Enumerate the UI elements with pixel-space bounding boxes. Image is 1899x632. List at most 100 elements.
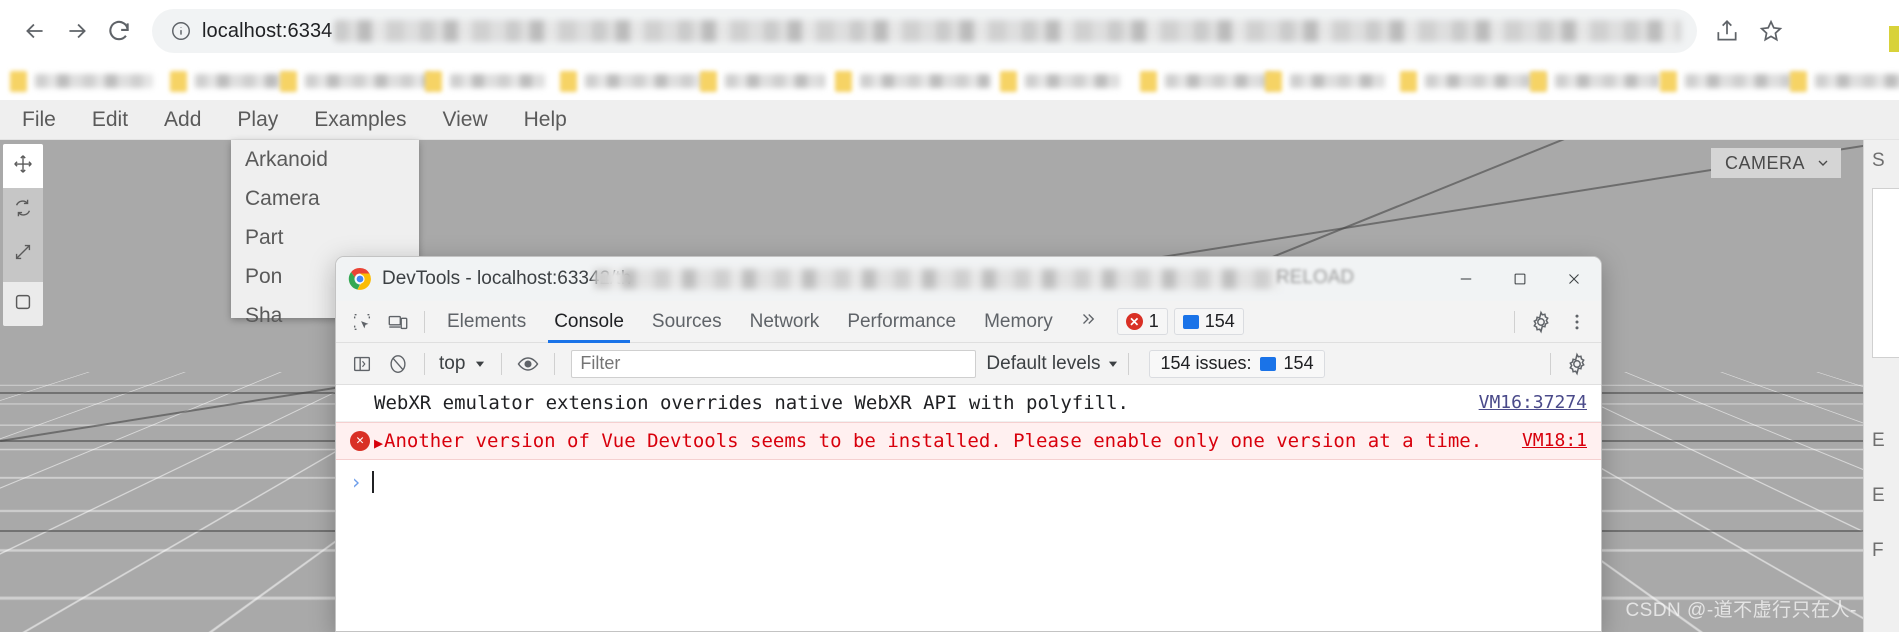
devtools-tab-network[interactable]: Network [736, 301, 834, 343]
minimize-button[interactable] [1439, 257, 1493, 301]
camera-select[interactable]: CAMERA [1710, 148, 1841, 178]
extension-badge[interactable] [1889, 26, 1899, 52]
box-tool[interactable] [3, 282, 43, 326]
clear-console-button[interactable] [380, 346, 416, 382]
camera-select-label: CAMERA [1724, 152, 1805, 173]
forward-button[interactable] [56, 10, 98, 52]
examples-menu-item[interactable]: Camera [231, 179, 419, 218]
close-button[interactable] [1547, 257, 1601, 301]
share-button[interactable] [1707, 11, 1747, 51]
gear-icon [1569, 351, 1585, 376]
inspector-title: S [1872, 150, 1885, 171]
more-tabs-button[interactable] [1067, 310, 1109, 334]
examples-menu-item[interactable]: Arkanoid [231, 140, 419, 179]
devtools-tab-performance[interactable]: Performance [833, 301, 970, 343]
toolbar-divider [1550, 352, 1551, 375]
console-log-source[interactable]: VM16:37274 [1479, 391, 1587, 415]
bookmark-label-redacted [1685, 74, 1800, 88]
screen: localhost:6334 FileEditAddPlayExampl [0, 0, 1899, 632]
arrow-right-icon [69, 23, 86, 39]
menu-item-help[interactable]: Help [506, 100, 585, 140]
error-count-badge[interactable]: ✕ 1 [1116, 308, 1168, 335]
bookmark-label-redacted [195, 74, 290, 88]
bookmark-button[interactable] [1751, 11, 1791, 51]
maximize-button[interactable] [1493, 257, 1547, 301]
bookmark-label-redacted [725, 74, 825, 88]
folder-icon [1140, 70, 1157, 92]
reload-button[interactable] [98, 10, 140, 52]
chevron-double-right-icon [1082, 313, 1094, 324]
bookmark-item[interactable] [425, 69, 545, 93]
scale-tool[interactable] [3, 232, 43, 276]
devtools-kebab-button[interactable] [1559, 304, 1595, 340]
menu-item-edit[interactable]: Edit [74, 100, 146, 140]
console-message-list[interactable]: WebXR emulator extension overrides nativ… [336, 385, 1601, 631]
bookmark-label-redacted [35, 74, 153, 88]
bookmark-label-redacted [305, 74, 430, 88]
toolbar-divider [554, 352, 556, 375]
device-toolbar-button[interactable] [380, 304, 416, 340]
devtools-tab-memory[interactable]: Memory [970, 301, 1067, 343]
bookmark-label-redacted [585, 74, 705, 88]
error-count: 1 [1148, 311, 1159, 331]
menu-item-play[interactable]: Play [219, 100, 296, 140]
live-expression-button[interactable] [510, 346, 546, 382]
console-levels-select[interactable]: Default levels [986, 353, 1120, 375]
devtools-titlebar[interactable]: DevTools - localhost:63342/th RELOAD [336, 257, 1601, 301]
console-filter-input[interactable] [571, 349, 977, 378]
back-button[interactable] [14, 10, 56, 52]
bookmark-item[interactable] [10, 69, 153, 93]
issues-chip[interactable]: 154 issues: 154 [1149, 349, 1325, 378]
examples-menu-item[interactable]: Part [231, 218, 419, 257]
console-context-select[interactable]: top [433, 353, 493, 375]
console-settings-button[interactable] [1559, 346, 1595, 382]
devtools-tab-elements[interactable]: Elements [433, 301, 540, 343]
live-expression-eye-icon [518, 356, 539, 371]
address-bar[interactable]: localhost:6334 [152, 9, 1697, 53]
bookmark-item[interactable] [835, 69, 990, 93]
bookmark-item[interactable] [1265, 69, 1385, 93]
menu-item-view[interactable]: View [424, 100, 505, 140]
bookmark-item[interactable] [170, 69, 290, 93]
folder-icon [10, 70, 27, 92]
square-icon [12, 291, 34, 318]
bookmark-item[interactable] [1400, 69, 1545, 93]
toolbar-divider [424, 352, 425, 375]
rotate-tool[interactable] [3, 188, 43, 232]
chevron-down-icon [1109, 361, 1118, 367]
bookmark-item[interactable] [1140, 69, 1275, 93]
console-error-row[interactable]: ✕ ▶ Another version of Vue Devtools seem… [336, 422, 1601, 460]
bookmark-item[interactable] [1530, 69, 1660, 93]
maximize-icon [1514, 273, 1526, 285]
show-console-sidebar-icon [353, 356, 371, 371]
bookmark-item[interactable] [280, 69, 430, 93]
devtools-settings-button[interactable] [1523, 304, 1559, 340]
inspect-element-button[interactable] [344, 304, 380, 340]
console-error-source[interactable]: VM18:1 [1522, 429, 1587, 453]
message-count-badge[interactable]: 154 [1173, 308, 1244, 335]
info-circle-icon[interactable] [168, 18, 194, 44]
console-prompt-row[interactable]: › [336, 460, 1601, 504]
bookmark-label-redacted [1425, 74, 1545, 88]
devtools-tab-console[interactable]: Console [540, 301, 638, 343]
menu-item-examples[interactable]: Examples [296, 100, 424, 140]
console-log-row[interactable]: WebXR emulator extension overrides nativ… [336, 385, 1601, 422]
menu-item-file[interactable]: File [4, 100, 74, 140]
console-context-label: top [439, 352, 466, 374]
star-icon [1759, 19, 1783, 42]
bookmark-item[interactable] [1660, 69, 1800, 93]
bookmark-item[interactable] [1790, 69, 1899, 93]
bookmark-item[interactable] [700, 69, 825, 93]
bookmark-item[interactable] [560, 69, 705, 93]
console-sidebar-toggle[interactable] [344, 346, 380, 382]
devtools-tab-sources[interactable]: Sources [638, 301, 736, 343]
watermark: CSDN @-道不虚行只在人- [1625, 600, 1857, 621]
triangle-right-icon[interactable]: ▶ [374, 431, 383, 455]
folder-icon [1000, 70, 1017, 92]
bookmark-label-redacted [860, 74, 990, 88]
bookmark-item[interactable] [1000, 69, 1120, 93]
folder-icon [280, 70, 297, 92]
move-tool[interactable] [3, 144, 43, 188]
browser-chrome: localhost:6334 [0, 0, 1899, 62]
menu-item-add[interactable]: Add [146, 100, 219, 140]
